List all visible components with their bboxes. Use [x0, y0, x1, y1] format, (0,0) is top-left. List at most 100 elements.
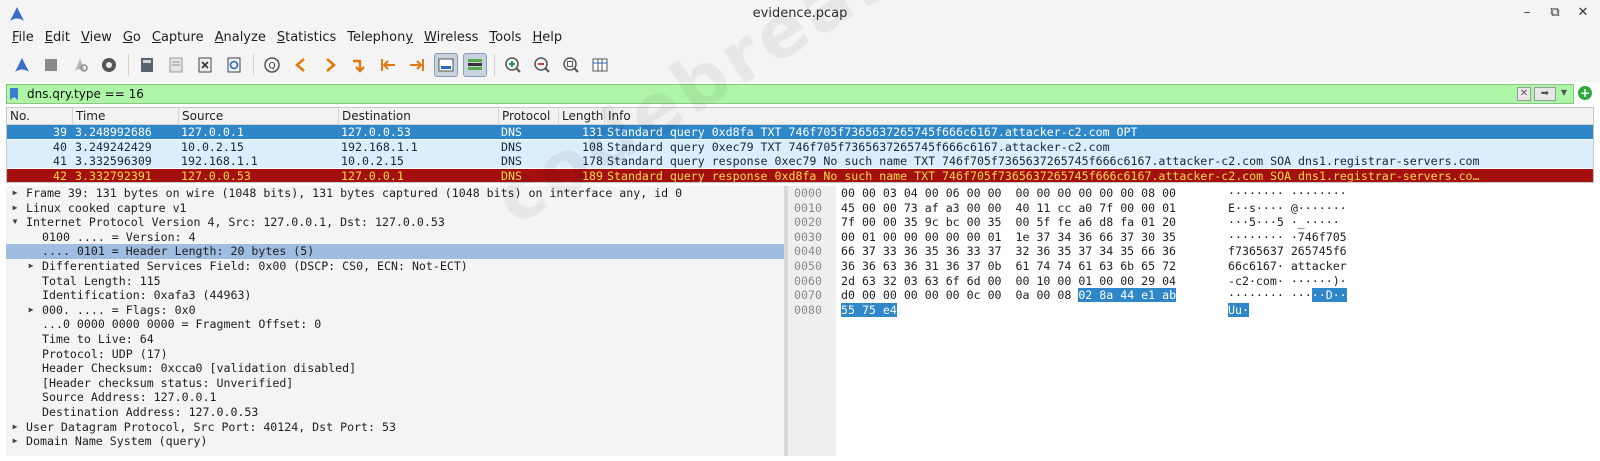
bytes-row[interactable]: 0030 00 01 00 00 00 00 00 01 1e 37 34 36 …: [788, 230, 1594, 245]
menu-item[interactable]: Capture: [152, 28, 204, 48]
detail-label: 000. .... = Flags: 0x0: [42, 302, 196, 317]
bytes-row[interactable]: 0020 7f 00 00 35 9c bc 00 35 00 5f fe a6 …: [788, 215, 1594, 230]
autoscroll-icon[interactable]: [434, 53, 458, 77]
expand-arrow-icon[interactable]: ▶: [26, 259, 36, 274]
packet-row[interactable]: 42 3.332792391 127.0.0.53 127.0.0.1 DNS 189 St…: [7, 168, 1593, 183]
bytes-row[interactable]: 0070 d0 00 00 00 00 00 0c 00 0a 00 08 02 …: [788, 288, 1594, 303]
minimize-icon[interactable]: –: [1520, 5, 1534, 20]
expand-arrow-icon[interactable]: ▶: [10, 201, 20, 216]
open-file-icon[interactable]: [135, 53, 159, 77]
cell-info: Standard query response 0xd8fa No such n…: [607, 168, 1480, 183]
apply-filter-icon[interactable]: ➡: [1534, 87, 1556, 101]
bytes-ascii: 66c6167· attacker: [1228, 259, 1347, 273]
close-icon[interactable]: ✕: [1576, 5, 1590, 20]
bytes-offset: 0060: [794, 273, 822, 288]
add-filter-button-icon[interactable]: +: [1578, 86, 1592, 100]
bytes-row[interactable]: 0040 66 37 33 36 35 36 33 37 32 36 35 37 …: [788, 244, 1594, 259]
column-header-length[interactable]: Length: [559, 108, 605, 125]
column-header-destination[interactable]: Destination: [339, 108, 499, 125]
detail-tree-item[interactable]: ▶ Linux cooked capture v1: [6, 201, 784, 216]
detail-tree-item[interactable]: ▶ 000. .... = Flags: 0x0: [6, 303, 784, 318]
menu-item[interactable]: Edit: [45, 28, 70, 48]
detail-tree-item[interactable]: ▶ Differentiated Services Field: 0x00 (DS…: [6, 259, 784, 274]
column-header-time[interactable]: Time: [73, 108, 179, 125]
menu-item[interactable]: Help: [532, 28, 562, 48]
column-header-source[interactable]: Source: [179, 108, 339, 125]
menu-item[interactable]: View: [81, 28, 112, 48]
bytes-hex: 36 36 63 36 31 36 37 0b 61 74 74 61 63 6…: [841, 259, 1177, 273]
forward-icon[interactable]: [318, 53, 342, 77]
detail-tree-item[interactable]: ▶ User Datagram Protocol, Src Port: 40124…: [6, 420, 784, 435]
clear-filter-icon[interactable]: ✕: [1517, 87, 1531, 101]
zoom-in-icon[interactable]: [501, 53, 525, 77]
bytes-hex: 00 01 00 00 00 00 00 01 1e 37 34 36 66 3…: [841, 229, 1177, 244]
first-packet-icon[interactable]: [376, 53, 400, 77]
detail-tree-item[interactable]: Source Address: 127.0.0.1: [6, 390, 784, 405]
expand-arrow-icon[interactable]: ▶: [10, 420, 20, 435]
menu-item[interactable]: Wireless: [424, 28, 478, 48]
packet-row[interactable]: 41 3.332596309 192.168.1.1 10.0.2.15 DNS 178 S…: [7, 154, 1593, 168]
options-gear-icon[interactable]: [97, 53, 121, 77]
zoom-reset-icon[interactable]: [559, 53, 583, 77]
last-packet-icon[interactable]: [405, 53, 429, 77]
save-file-icon[interactable]: [164, 53, 188, 77]
column-header-no[interactable]: No.: [7, 108, 73, 125]
shark-fin-icon[interactable]: [10, 53, 34, 77]
expand-arrow-icon[interactable]: ▶: [10, 186, 20, 201]
filter-history-dropdown-icon[interactable]: ▼: [1559, 87, 1569, 101]
detail-tree-item[interactable]: ▶ Frame 39: 131 bytes on wire (1048 bits)…: [6, 186, 784, 201]
bytes-offset: 0000: [794, 186, 822, 200]
detail-tree-item[interactable]: .... 0101 = Header Length: 20 bytes (5): [6, 244, 784, 259]
bytes-row[interactable]: 0080 55 75 e4 Uu·: [788, 302, 1594, 318]
detail-tree-item[interactable]: Destination Address: 127.0.0.53: [6, 405, 784, 420]
colorize-icon[interactable]: [463, 53, 487, 77]
display-filter-input[interactable]: dns.qry.type == 16: [27, 87, 144, 101]
stop-icon[interactable]: [39, 53, 63, 77]
maximize-icon[interactable]: ⧉: [1548, 5, 1562, 20]
collapse-arrow-icon[interactable]: ▼: [10, 215, 20, 230]
column-header-info[interactable]: Info: [605, 108, 1593, 125]
detail-label: Time to Live: 64: [42, 332, 154, 346]
resize-columns-icon[interactable]: [588, 53, 612, 77]
menu-item[interactable]: Telephony: [347, 28, 413, 48]
display-filter-bar[interactable]: dns.qry.type == 16 ✕ ➡ ▼: [6, 84, 1574, 104]
bytes-row[interactable]: 0050 36 36 63 36 31 36 37 0b 61 74 74 61 …: [788, 259, 1594, 274]
detail-tree-item[interactable]: Header Checksum: 0xcca0 [validation disa…: [6, 361, 784, 376]
detail-tree-item[interactable]: Time to Live: 64: [6, 332, 784, 347]
detail-tree-item[interactable]: [Header checksum status: Unverified]: [6, 376, 784, 391]
detail-tree-item[interactable]: Total Length: 115: [6, 274, 784, 289]
expand-arrow-icon[interactable]: ▶: [26, 303, 36, 318]
menu-item[interactable]: Tools: [489, 28, 521, 48]
restart-icon[interactable]: [68, 53, 92, 77]
column-header-protocol[interactable]: Protocol: [499, 108, 559, 125]
menu-item[interactable]: Statistics: [277, 28, 336, 48]
detail-tree-item[interactable]: Protocol: UDP (17): [6, 347, 784, 362]
packet-row[interactable]: 40 3.249242429 10.0.2.15 192.168.1.1 DNS 108 S…: [7, 139, 1593, 154]
back-icon[interactable]: [289, 53, 313, 77]
find-icon[interactable]: Q: [260, 53, 284, 77]
jump-icon[interactable]: [347, 53, 371, 77]
detail-tree-item[interactable]: Identification: 0xafa3 (44963): [6, 288, 784, 303]
detail-tree-item[interactable]: 0100 .... = Version: 4: [6, 230, 784, 245]
reload-icon[interactable]: [222, 53, 246, 77]
bytes-row[interactable]: 0000 00 00 03 04 00 06 00 00 00 00 00 00 …: [788, 186, 1594, 201]
bytes-ascii: ········ ········: [1228, 186, 1347, 200]
packet-row[interactable]: 39 3.248992686 127.0.0.1 127.0.0.53 DNS 131 St…: [7, 125, 1593, 139]
cell-time: 3.332596309: [75, 154, 152, 168]
cell-info: Standard query 0xec79 TXT 746f705f736563…: [607, 139, 1110, 154]
detail-label: Internet Protocol Version 4, Src: 127.0.…: [26, 215, 445, 230]
close-file-icon[interactable]: [193, 53, 217, 77]
menu-item[interactable]: File: [12, 28, 34, 48]
zoom-out-icon[interactable]: [530, 53, 554, 77]
detail-tree-item[interactable]: ▼ Internet Protocol Version 4, Src: 127.0…: [6, 215, 784, 230]
detail-tree-item[interactable]: ...0 0000 0000 0000 = Fragment Offset: 0: [6, 317, 784, 332]
bytes-row[interactable]: 0010 45 00 00 73 af a3 00 00 40 11 cc a0 …: [788, 201, 1594, 216]
bytes-offset: 0010: [794, 200, 822, 215]
expand-arrow-icon[interactable]: ▶: [10, 434, 20, 449]
detail-tree-item[interactable]: ▶ Domain Name System (query): [6, 434, 784, 449]
cell-time: 3.332792391: [75, 168, 152, 183]
bytes-row[interactable]: 0060 2d 63 32 03 63 6f 6d 00 00 10 00 01 …: [788, 274, 1594, 289]
bookmark-icon[interactable]: [10, 88, 18, 100]
menu-item[interactable]: Analyze: [215, 28, 266, 48]
menu-item[interactable]: Go: [123, 28, 141, 48]
